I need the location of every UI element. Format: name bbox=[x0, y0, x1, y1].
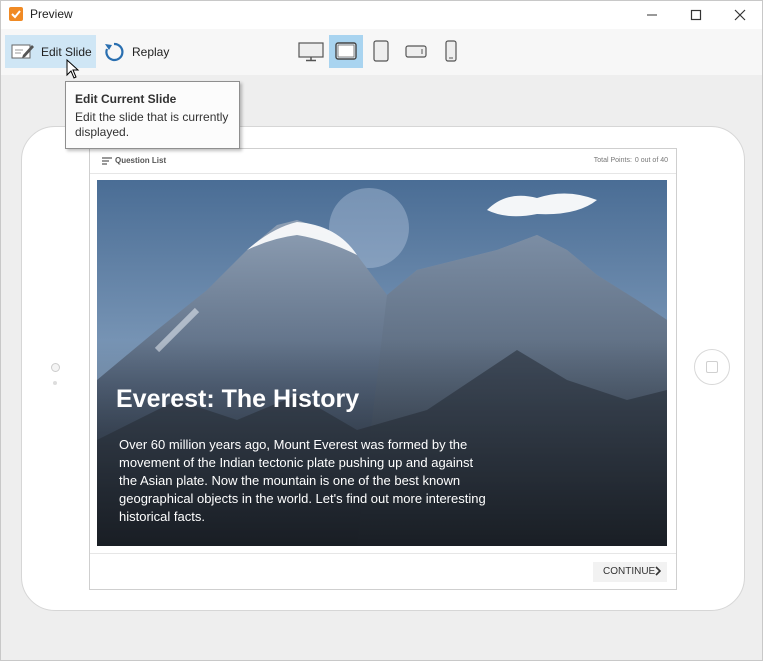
chevron-right-icon bbox=[655, 566, 661, 576]
edit-slide-label: Edit Slide bbox=[41, 45, 92, 59]
preview-window: Preview Edit Slide Replay Question List … bbox=[0, 0, 763, 661]
camera-dot bbox=[51, 363, 60, 372]
phone-landscape-view-button[interactable] bbox=[399, 35, 433, 68]
list-icon bbox=[102, 157, 112, 165]
tooltip-body: Edit the slide that is currently display… bbox=[75, 110, 229, 139]
slide-footer: CONTINUE bbox=[90, 553, 676, 590]
desktop-icon bbox=[298, 42, 324, 62]
edit-slide-icon bbox=[11, 44, 34, 59]
hero-image: Everest: The History Over 60 million yea… bbox=[97, 180, 667, 546]
total-points: Total Points: 0 out of 40 bbox=[591, 157, 668, 164]
replay-icon bbox=[105, 42, 124, 62]
close-button[interactable] bbox=[717, 1, 763, 29]
minimize-button[interactable] bbox=[629, 1, 675, 29]
hero-body: Over 60 million years ago, Mount Everest… bbox=[119, 437, 486, 524]
question-list-label: Question List bbox=[115, 156, 167, 165]
continue-label: CONTINUE bbox=[603, 566, 656, 577]
continue-button[interactable]: CONTINUE bbox=[593, 562, 667, 582]
tablet-portrait-view-button[interactable] bbox=[364, 35, 398, 68]
window-title: Preview bbox=[30, 7, 73, 21]
edit-slide-button[interactable]: Edit Slide bbox=[5, 35, 96, 68]
minimize-icon bbox=[647, 14, 657, 16]
slide-header: Question List Total Points: 0 out of 40 bbox=[90, 149, 676, 174]
points-label: Total Points: bbox=[593, 157, 632, 164]
close-icon bbox=[734, 9, 746, 21]
tablet-portrait-icon bbox=[373, 40, 389, 62]
phone-portrait-view-button[interactable] bbox=[434, 35, 468, 68]
points-value: 0 out of 40 bbox=[634, 157, 668, 164]
sensor-dot bbox=[53, 381, 57, 385]
desktop-view-button[interactable] bbox=[294, 35, 328, 68]
phone-landscape-icon bbox=[405, 45, 427, 58]
replay-button[interactable]: Replay bbox=[101, 35, 173, 68]
app-icon bbox=[9, 7, 23, 21]
mouse-cursor-icon bbox=[66, 59, 80, 79]
home-button-icon bbox=[706, 361, 718, 373]
tablet-landscape-view-button[interactable] bbox=[329, 35, 363, 68]
maximize-icon bbox=[690, 9, 702, 21]
phone-portrait-icon bbox=[445, 40, 457, 62]
title-bar: Preview bbox=[1, 1, 762, 29]
tooltip-title: Edit Current Slide bbox=[75, 92, 177, 106]
replay-label: Replay bbox=[132, 45, 170, 59]
tablet-landscape-icon bbox=[335, 42, 357, 60]
hero-title: Everest: The History bbox=[116, 385, 360, 413]
tooltip: Edit Current Slide Edit the slide that i… bbox=[65, 81, 240, 149]
toolbar: Edit Slide Replay bbox=[1, 29, 762, 75]
home-button bbox=[694, 349, 730, 385]
maximize-button[interactable] bbox=[673, 1, 719, 29]
slide: Question List Total Points:0 out of 40 bbox=[89, 148, 677, 590]
